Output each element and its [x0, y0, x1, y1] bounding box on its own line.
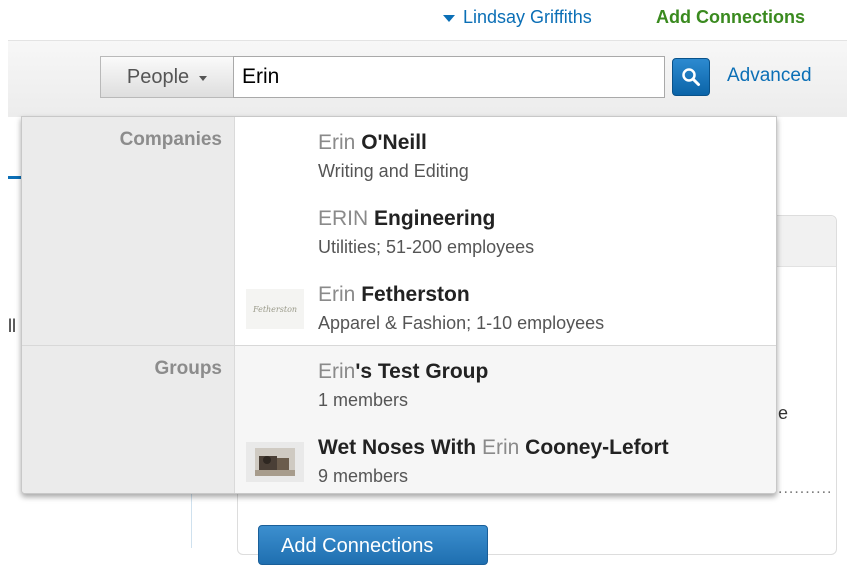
add-connections-link[interactable]: Add Connections	[656, 7, 805, 28]
group-logo	[246, 442, 304, 482]
companies-section: Companies Erin O'Neill Writing and Editi…	[22, 117, 776, 345]
groups-label-column: Groups	[22, 346, 235, 493]
user-name: Lindsay Griffiths	[463, 7, 592, 27]
companies-label-column: Companies	[22, 117, 235, 345]
search-scope-label: People	[126, 65, 190, 88]
groups-section: Groups Erin's Test Group 1 members Wet N…	[22, 345, 776, 493]
query-highlight: Erin	[318, 131, 356, 154]
add-connections-button[interactable]: Add Connections	[258, 525, 488, 565]
company-logo: Fetherston	[246, 289, 304, 329]
chevron-down-icon	[199, 75, 208, 81]
search-scope-dropdown[interactable]: People	[100, 56, 233, 98]
page-left-fragment: ll	[8, 316, 16, 336]
suggestion-title: Erin Fetherston	[318, 283, 470, 307]
search-icon	[682, 68, 700, 86]
suggestion-title: Wet Noses With Erin Cooney-Lefort	[318, 436, 669, 460]
suggestion-group[interactable]: Wet Noses With Erin Cooney-Lefort 9 memb…	[234, 422, 776, 493]
search-button[interactable]	[672, 58, 710, 96]
suggestion-name: 's Test Group	[355, 360, 489, 383]
suggestion-subtitle: 9 members	[318, 466, 409, 486]
suggestion-name: O'Neill	[355, 131, 427, 154]
suggestion-subtitle: Utilities; 51-200 employees	[318, 237, 535, 257]
suggestion-subtitle: Apparel & Fashion; 1-10 employees	[318, 313, 605, 333]
suggestion-name: Cooney-Lefort	[519, 436, 669, 459]
group-logo	[246, 366, 304, 406]
suggestion-name: Fetherston	[355, 283, 470, 306]
page-card-divider: ..........	[778, 480, 833, 497]
page-card-fragment: e	[778, 403, 789, 423]
suggestion-title: Erin O'Neill	[318, 131, 427, 155]
search-suggestions-dropdown: Companies Erin O'Neill Writing and Editi…	[21, 116, 777, 494]
suggestion-title: Erin's Test Group	[318, 360, 488, 384]
top-bar: Lindsay Griffiths Add Connections	[0, 0, 847, 40]
companies-label: Companies	[119, 129, 222, 150]
query-highlight: ERIN	[318, 207, 369, 230]
groups-label: Groups	[154, 358, 222, 379]
suggestion-name: Engineering	[368, 207, 496, 230]
suggestion-company[interactable]: ERIN Engineering Utilities; 51-200 emplo…	[234, 193, 776, 269]
suggestion-group[interactable]: Erin's Test Group 1 members	[234, 346, 776, 422]
company-logo	[246, 137, 304, 177]
advanced-search-link[interactable]: Advanced	[727, 65, 812, 87]
suggestion-subtitle: 1 members	[318, 390, 409, 410]
suggestion-subtitle: Writing and Editing	[318, 161, 469, 181]
query-highlight: Erin	[481, 436, 520, 459]
caret-down-icon	[443, 15, 455, 22]
company-logo	[246, 213, 304, 253]
query-highlight: Erin	[318, 283, 356, 306]
suggestion-name-prefix: Wet Noses With	[318, 436, 482, 459]
user-menu-link[interactable]: Lindsay Griffiths	[443, 7, 592, 28]
suggestion-company[interactable]: Fetherston Erin Fetherston Apparel & Fas…	[234, 269, 776, 345]
suggestion-title: ERIN Engineering	[318, 207, 495, 231]
suggestion-company[interactable]: Erin O'Neill Writing and Editing	[234, 117, 776, 193]
search-input[interactable]	[233, 56, 665, 98]
query-highlight: Erin	[318, 360, 356, 383]
group-photo-icon	[255, 448, 295, 476]
